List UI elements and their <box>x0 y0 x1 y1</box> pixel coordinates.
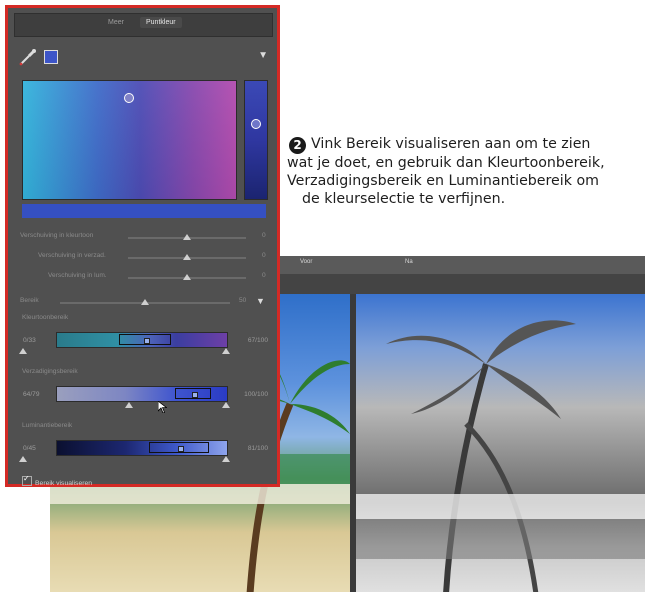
visualize-range-label: Bereik visualiseren <box>35 480 93 487</box>
checkbox-checked-icon[interactable] <box>22 474 32 486</box>
color-picker-row: ▼ <box>14 44 271 70</box>
saturation-range-left-thumb[interactable] <box>125 402 133 408</box>
saturation-range-center[interactable] <box>175 388 211 399</box>
tab-puntkleur[interactable]: Puntkleur <box>140 17 182 28</box>
range-menu-icon[interactable]: ▼ <box>256 296 265 306</box>
range-value: 50 <box>239 297 247 304</box>
before-label: Voor <box>300 259 313 265</box>
slider-thumb[interactable] <box>183 254 191 260</box>
slider-label: Verschuiving in lum. <box>48 272 107 279</box>
eyedropper-icon[interactable] <box>18 47 38 67</box>
hue-saturation-field[interactable] <box>22 80 237 200</box>
annotation-line-3: Verzadigingsbereik en Luminantiebereik o… <box>287 173 599 189</box>
luminance-range-label: Luminantiebereik <box>22 422 73 429</box>
saturation-range-bar[interactable] <box>56 386 228 402</box>
annotation-line-4: de kleurselectie te verfijnen. <box>302 191 506 207</box>
slider-value: 0 <box>262 252 266 259</box>
saturation-range-dot[interactable] <box>192 392 198 398</box>
saturation-shift-slider[interactable]: Verschuiving in verzad. 0 <box>20 252 270 264</box>
saturation-range-right-value: 100/100 <box>244 391 268 398</box>
hue-range-left-value: 0/33 <box>23 337 36 344</box>
range-thumb[interactable] <box>141 299 149 305</box>
hue-range-right-thumb[interactable] <box>222 348 230 354</box>
annotation-line-1: Vink Bereik visualiseren aan om te zien <box>311 136 591 152</box>
slider-label: Verschuiving in kleurtoon <box>20 232 94 239</box>
panel-menu-icon[interactable]: ▼ <box>258 50 268 61</box>
luminance-range-dot[interactable] <box>178 446 184 452</box>
saturation-range-left-value: 64/79 <box>23 391 40 398</box>
saturation-range-right-thumb[interactable] <box>222 402 230 408</box>
luminance-target[interactable] <box>251 119 261 129</box>
slider-label: Verschuiving in verzad. <box>38 252 106 259</box>
tab-meer[interactable]: Meer <box>108 19 124 26</box>
annotation-line-2: wat je doet, en gebruik dan Kleurtoonber… <box>287 155 605 171</box>
range-slider[interactable]: Bereik 50 ▼ <box>20 296 270 309</box>
selected-color-bar <box>22 204 266 218</box>
hue-range-dot[interactable] <box>144 338 150 344</box>
luminance-range-bar[interactable] <box>56 440 228 456</box>
slider-value: 0 <box>262 232 266 239</box>
panel-tabs: Meer Puntkleur <box>14 13 273 37</box>
after-image <box>356 294 645 592</box>
spot-color-panel: Meer Puntkleur ▼ Verschuiving in kleurto… <box>5 5 280 487</box>
luminance-range-right-thumb[interactable] <box>222 456 230 462</box>
palm-tree-desaturated <box>356 320 645 592</box>
hue-range-bar[interactable] <box>56 332 228 348</box>
luminance-range-control[interactable]: 0/45 81/100 <box>19 437 270 467</box>
selected-color-swatch[interactable] <box>44 50 58 64</box>
hue-range-control[interactable]: 0/33 67/100 <box>19 329 270 359</box>
luminance-shift-slider[interactable]: Verschuiving in lum. 0 <box>20 272 270 284</box>
hue-shift-slider[interactable]: Verschuiving in kleurtoon 0 <box>20 232 270 244</box>
after-label: Na <box>405 259 413 265</box>
visualize-range-checkbox[interactable]: Bereik visualiseren <box>22 474 93 487</box>
slider-thumb[interactable] <box>183 274 191 280</box>
saturation-range-control[interactable]: 64/79 100/100 <box>20 383 270 413</box>
hue-saturation-target[interactable] <box>124 93 134 103</box>
step-number-badge: 2 <box>289 137 306 154</box>
luminance-range-left-thumb[interactable] <box>19 456 27 462</box>
hue-range-label: Kleurtoonbereik <box>22 314 69 321</box>
luminance-range-left-value: 0/45 <box>23 445 36 452</box>
hue-range-right-value: 67/100 <box>247 337 268 344</box>
range-label: Bereik <box>20 297 39 304</box>
luminance-range-center[interactable] <box>149 442 209 453</box>
slider-thumb[interactable] <box>183 234 191 240</box>
luminance-bar[interactable] <box>244 80 268 200</box>
slider-value: 0 <box>262 272 266 279</box>
hue-range-center[interactable] <box>119 334 171 345</box>
saturation-range-label: Verzadigingsbereik <box>22 368 78 375</box>
instruction-annotation: 2 Vink Bereik visualiseren aan om te zien… <box>287 135 645 208</box>
mouse-cursor-icon <box>158 401 167 413</box>
hue-range-left-thumb[interactable] <box>19 348 27 354</box>
luminance-range-right-value: 81/100 <box>247 445 268 452</box>
